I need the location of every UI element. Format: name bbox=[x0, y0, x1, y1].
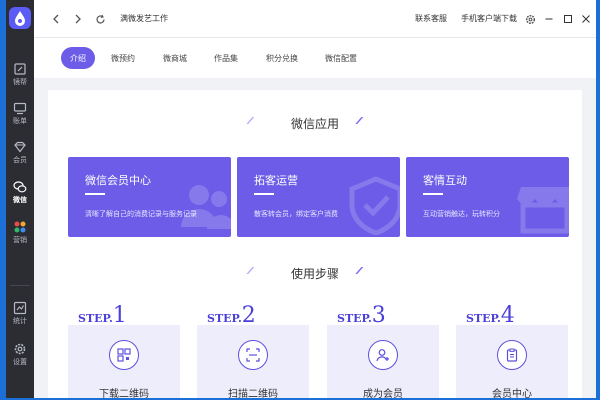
tab-points-exchange[interactable]: 积分兑换 bbox=[266, 47, 298, 69]
nav-item-edit[interactable]: 镜帮 bbox=[6, 58, 34, 94]
card-customer-acquisition[interactable]: 拓客运营 散客转会员，绑定客户消费 bbox=[237, 157, 400, 237]
main-content: ⁄⁄⁄⁄ 微信应用 ⁄⁄⁄⁄ 微信会员中心 清晰了解自己的消费记录与服务记录 拓… bbox=[34, 78, 596, 398]
tab-intro[interactable]: 介绍 bbox=[61, 47, 95, 69]
nav-item-stats[interactable]: 统计 bbox=[6, 297, 34, 333]
step-label: 会员中心 bbox=[492, 389, 532, 398]
add-user-icon bbox=[376, 349, 389, 362]
step-icon-circle bbox=[497, 340, 527, 370]
card-underline bbox=[423, 193, 443, 195]
back-button[interactable] bbox=[48, 11, 64, 27]
app-title: 满微发艺工作 bbox=[120, 14, 168, 23]
chevron-left-icon bbox=[53, 14, 59, 24]
maximize-icon bbox=[564, 15, 572, 23]
step-icon-circle bbox=[368, 340, 398, 370]
intro-panel: ⁄⁄⁄⁄ 微信应用 ⁄⁄⁄⁄ 微信会员中心 清晰了解自己的消费记录与服务记录 拓… bbox=[48, 90, 582, 398]
nav-item-member[interactable]: 会员 bbox=[6, 136, 34, 172]
card-title: 拓客运营 bbox=[254, 174, 298, 187]
minimize-icon bbox=[545, 18, 553, 20]
app-window: 镜帮 账单 会员 微信 营销 统计 设置 满微发艺工作 联系客服 手机客户端下载… bbox=[6, 0, 596, 398]
nav-item-bill[interactable]: 账单 bbox=[6, 97, 34, 133]
nav-label: 统计 bbox=[13, 317, 27, 325]
refresh-icon bbox=[95, 14, 105, 23]
nav-item-wechat[interactable]: 微信 bbox=[6, 176, 34, 212]
nav-item-marketing[interactable]: 营销 bbox=[6, 216, 34, 252]
section-title-usage-steps: 使用步骤 bbox=[290, 267, 339, 281]
nav-label: 微信 bbox=[13, 196, 27, 204]
scan-icon bbox=[246, 348, 260, 362]
step-word: STEP. bbox=[466, 312, 501, 325]
tab-wechat-config[interactable]: 微信配置 bbox=[325, 47, 357, 69]
tab-bar: 介绍 微预约 微商城 作品集 积分兑换 微信配置 bbox=[34, 38, 596, 78]
monitor-icon bbox=[13, 102, 27, 115]
tab-mall[interactable]: 微商城 bbox=[163, 47, 187, 69]
settings-button[interactable] bbox=[522, 11, 538, 27]
nav-item-settings[interactable]: 设置 bbox=[6, 338, 34, 374]
card-title: 微信会员中心 bbox=[85, 174, 151, 187]
nav-label: 设置 bbox=[13, 358, 27, 366]
card-title: 客情互动 bbox=[423, 174, 467, 187]
store-icon bbox=[517, 187, 569, 234]
left-nav: 镜帮 账单 会员 微信 营销 统计 设置 bbox=[6, 0, 34, 398]
edit-icon bbox=[14, 63, 26, 75]
tab-booking[interactable]: 微预约 bbox=[111, 47, 135, 69]
step-word: STEP. bbox=[207, 312, 242, 325]
shield-check-icon bbox=[349, 176, 400, 235]
step-label: 下载二维码 bbox=[99, 389, 149, 398]
step-box: 成为会员 bbox=[327, 325, 439, 398]
step-icon-circle bbox=[238, 340, 268, 370]
minimize-button[interactable] bbox=[541, 11, 557, 27]
card-underline bbox=[254, 193, 274, 195]
nav-divider bbox=[10, 285, 30, 286]
logo-drop-icon bbox=[15, 11, 25, 26]
card-wechat-member-center[interactable]: 微信会员中心 清晰了解自己的消费记录与服务记录 bbox=[68, 157, 231, 237]
forward-button[interactable] bbox=[70, 11, 86, 27]
step-box: 下载二维码 bbox=[68, 325, 180, 398]
nav-label: 镜帮 bbox=[13, 78, 27, 86]
app-logo bbox=[9, 7, 31, 29]
title-bar: 满微发艺工作 联系客服 手机客户端下载 bbox=[34, 0, 596, 38]
chart-icon bbox=[13, 301, 27, 315]
step-box: 会员中心 bbox=[456, 325, 568, 398]
users-icon bbox=[181, 185, 231, 229]
maximize-button[interactable] bbox=[560, 11, 576, 27]
support-link[interactable]: 联系客服 bbox=[415, 13, 447, 24]
gear-icon bbox=[14, 343, 26, 355]
step-word: STEP. bbox=[78, 312, 113, 325]
close-icon bbox=[582, 15, 590, 23]
section-title-wechat-apps: 微信应用 bbox=[290, 117, 339, 131]
diamond-icon bbox=[14, 141, 26, 153]
grid-icon bbox=[14, 221, 26, 233]
refresh-button[interactable] bbox=[92, 11, 108, 27]
nav-label: 营销 bbox=[13, 236, 27, 244]
close-button[interactable] bbox=[578, 11, 594, 27]
clipboard-icon bbox=[506, 348, 518, 362]
card-desc: 散客转会员，绑定客户消费 bbox=[254, 210, 338, 218]
card-customer-interaction[interactable]: 客情互动 互动营销触达，玩转积分 bbox=[406, 157, 569, 237]
nav-label: 账单 bbox=[13, 117, 27, 125]
card-desc: 互动营销触达，玩转积分 bbox=[423, 210, 500, 218]
step-icon-circle bbox=[109, 340, 139, 370]
nav-label: 会员 bbox=[13, 156, 27, 164]
chevron-right-icon bbox=[75, 14, 81, 24]
gear-icon bbox=[525, 14, 535, 24]
step-word: STEP. bbox=[337, 312, 372, 325]
step-box: 扫描二维码 bbox=[197, 325, 309, 398]
qrcode-icon bbox=[117, 348, 131, 362]
step-label: 成为会员 bbox=[363, 389, 403, 398]
tab-portfolio[interactable]: 作品集 bbox=[214, 47, 238, 69]
mobile-download-link[interactable]: 手机客户端下载 bbox=[461, 13, 517, 24]
card-underline bbox=[85, 193, 105, 195]
step-label: 扫描二维码 bbox=[228, 389, 278, 398]
wechat-icon bbox=[13, 181, 27, 193]
